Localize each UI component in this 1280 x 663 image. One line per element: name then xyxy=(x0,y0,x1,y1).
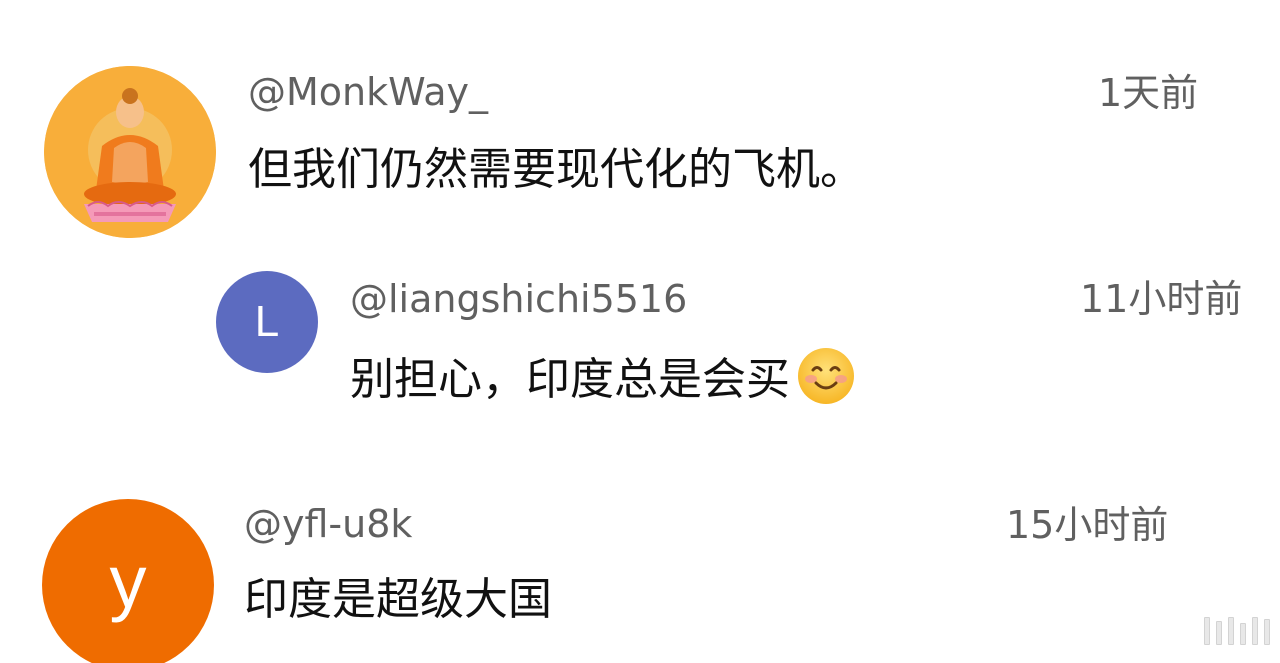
watermark-bar xyxy=(1264,619,1270,645)
avatar[interactable] xyxy=(44,66,216,238)
watermark-bar xyxy=(1252,617,1258,645)
comment-text: 但我们仍然需要现代化的飞机。 xyxy=(248,146,864,194)
comment-username[interactable]: @MonkWay_ xyxy=(248,73,488,111)
avatar[interactable]: y xyxy=(42,499,214,663)
smiling-face-emoji-icon xyxy=(796,346,856,414)
avatar-letter: y xyxy=(109,540,147,623)
comment-timestamp[interactable]: 11小时前 xyxy=(1080,280,1242,318)
comment-timestamp[interactable]: 1天前 xyxy=(1098,74,1198,112)
watermark-bar xyxy=(1228,617,1234,645)
comment-body: 但我们仍然需要现代化的飞机。 xyxy=(248,144,864,195)
avatar-letter: L xyxy=(254,297,280,346)
comment-text: 印度是超级大国 xyxy=(244,576,552,624)
comment-username[interactable]: @liangshichi5516 xyxy=(350,280,687,318)
watermark-bar xyxy=(1204,617,1210,645)
comment-body: 印度是超级大国 xyxy=(244,574,552,625)
watermark-bar xyxy=(1240,623,1246,645)
watermark-bar xyxy=(1216,621,1222,645)
comment-username[interactable]: @yfl-u8k xyxy=(244,505,412,543)
watermark xyxy=(1204,617,1270,645)
monk-avatar-icon xyxy=(44,66,216,238)
comments-thread: @MonkWay_ 1天前 但我们仍然需要现代化的飞机。 L @liangshi… xyxy=(0,0,1280,663)
comment-body: 别担心，印度总是会买 xyxy=(350,354,790,405)
avatar[interactable]: L xyxy=(216,271,318,373)
comment-timestamp[interactable]: 15小时前 xyxy=(1006,506,1168,544)
comment-text: 别担心，印度总是会买 xyxy=(350,348,856,408)
